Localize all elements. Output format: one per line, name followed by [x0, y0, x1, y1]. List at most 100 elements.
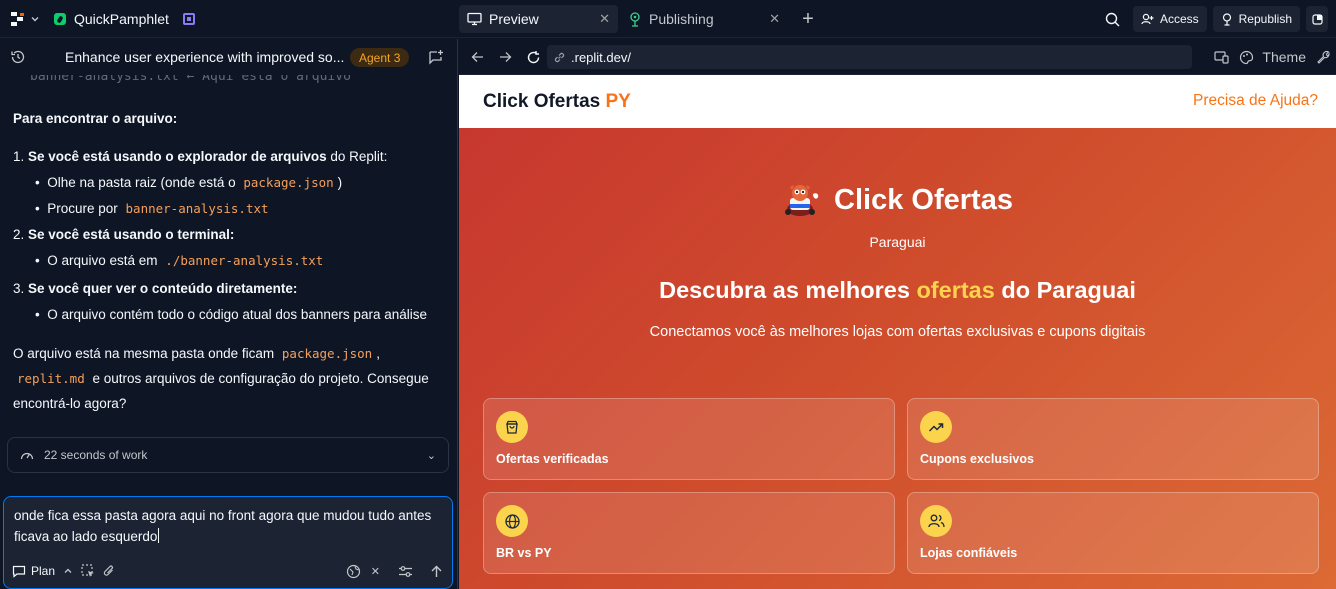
hero-country: Paraguai [869, 234, 926, 250]
hero-brand: Click Ofertas [459, 182, 1336, 218]
feature-card-label: Lojas confiáveis [920, 546, 1018, 560]
mode-toggle-button[interactable] [63, 560, 73, 582]
site-logo-accent: PY [605, 91, 631, 112]
chat-title: Enhance user experience with improved so… [65, 49, 345, 65]
new-chat-icon[interactable] [428, 49, 444, 65]
code-package-json: package.json [243, 175, 334, 190]
preview-browser-bar: .replit.dev/ Theme [459, 39, 1336, 75]
search-button[interactable] [1099, 5, 1127, 33]
project-status-icon[interactable] [182, 13, 195, 25]
send-arrow-icon[interactable] [429, 564, 444, 579]
chevron-up-icon [64, 568, 72, 573]
code-banner-analysis: banner-analysis.txt [125, 201, 269, 216]
republish-button[interactable]: Republish [1212, 6, 1300, 32]
close-icon[interactable]: ✕ [371, 565, 380, 578]
help-link[interactable]: Precisa de Ajuda? [1193, 92, 1318, 110]
access-button[interactable]: Access [1132, 6, 1207, 32]
feature-card: BR vs PY [483, 492, 895, 574]
url-text: .replit.dev/ [571, 49, 631, 65]
reload-button[interactable] [523, 47, 543, 67]
hero-headline: Descubra as melhores ofertas do Paraguai [459, 277, 1336, 304]
code-package-json: package.json [281, 346, 373, 361]
headline-text: do Paraguai [994, 277, 1136, 303]
find-heading: Para encontrar o arquivo: [13, 111, 178, 126]
mascot-logo-icon [782, 182, 822, 218]
pane-tabs: Preview ✕ Publishing ✕ + [459, 5, 822, 33]
replit-menu-button[interactable] [10, 12, 40, 26]
list-item: • Olhe na pasta raiz (onde está o packag… [35, 175, 343, 190]
feature-card: Cupons exclusivos [907, 398, 1319, 480]
tab-preview-label: Preview [489, 11, 539, 27]
chat-input-box[interactable]: onde fica essa pasta agora aqui no front… [3, 496, 453, 589]
hero-brand-name: Click Ofertas [834, 183, 1013, 216]
plan-button[interactable]: Plan [12, 560, 55, 582]
chevron-down-icon [31, 17, 39, 22]
search-icon [1106, 12, 1120, 26]
feature-card-label: Cupons exclusivos [920, 452, 1034, 466]
settings-sliders-icon[interactable] [398, 565, 413, 578]
headline-highlight: ofertas [916, 277, 995, 303]
agent-badge: Agent 3 [350, 48, 410, 67]
select-element-button[interactable] [81, 560, 95, 582]
republish-label: Republish [1238, 12, 1292, 26]
back-button[interactable] [467, 47, 487, 67]
project-language-icon [54, 13, 66, 25]
close-icon[interactable]: ✕ [599, 11, 610, 27]
gauge-icon [20, 452, 34, 460]
history-icon[interactable] [10, 49, 26, 65]
window-icon [1311, 13, 1323, 25]
tab-publishing-label: Publishing [649, 11, 714, 27]
list-item-text: O arquivo contém todo o código atual dos… [47, 307, 427, 322]
trending-up-icon [920, 411, 952, 443]
tab-publishing[interactable]: Publishing ✕ [620, 5, 788, 33]
paperclip-icon [103, 565, 114, 576]
forward-button[interactable] [495, 47, 515, 67]
access-label: Access [1159, 12, 1199, 26]
republish-options-button[interactable] [1306, 6, 1328, 32]
reload-icon [527, 50, 539, 63]
plan-label: Plan [31, 564, 56, 578]
globe-icon [496, 505, 528, 537]
chat-input[interactable]: onde fica essa pasta agora aqui no front… [14, 505, 434, 547]
feature-card: Ofertas verificadas [483, 398, 895, 480]
work-summary-toggle[interactable]: 22 seconds of work ⌄ [7, 437, 449, 473]
close-icon[interactable]: ✕ [769, 11, 780, 27]
theme-label: Theme [1262, 49, 1306, 65]
url-bar[interactable]: .replit.dev/ [547, 45, 1192, 69]
paragraph-text: , [376, 346, 380, 361]
arrow-right-icon [499, 52, 511, 62]
headline-text: Descubra as melhores [659, 277, 917, 303]
replit-logo-icon [10, 12, 24, 26]
paragraph-text: O arquivo está na mesma pasta onde ficam [13, 346, 278, 361]
list-item: • O arquivo está em ./banner-analysis.tx… [13, 251, 448, 271]
list-item-text: O arquivo está em [47, 253, 162, 268]
list-item: • O arquivo contém todo o código atual d… [35, 307, 427, 322]
project-name[interactable]: QuickPamphlet [54, 11, 195, 27]
theme-button[interactable]: Theme [1239, 49, 1306, 65]
devices-icon[interactable] [1214, 50, 1230, 64]
site-header: Click Ofertas PY Precisa de Ajuda? [459, 75, 1336, 128]
new-tab-button[interactable]: + [794, 5, 822, 33]
hero-section: Click Ofertas Paraguai Descubra as melho… [459, 128, 1336, 589]
site-logo-text: Click Ofertas [483, 91, 606, 112]
rocket-icon [1222, 12, 1231, 26]
site-logo[interactable]: Click Ofertas PY [483, 91, 631, 113]
tab-preview[interactable]: Preview ✕ [459, 5, 618, 33]
add-user-icon [1141, 13, 1154, 25]
list-item-text: Olhe na pasta raiz (onde está o [47, 175, 240, 190]
step1-rest: do Replit: [326, 149, 388, 164]
web-search-icon[interactable] [346, 564, 361, 579]
hero-subheadline: Conectamos você às melhores lojas com of… [649, 324, 1146, 340]
publishing-icon [630, 11, 640, 27]
text-caret [158, 528, 160, 543]
step3-bold: Se você quer ver o conteúdo diretamente: [28, 281, 298, 296]
chat-bubble-icon [12, 565, 26, 578]
input-toolbar: Plan ✕ [12, 560, 444, 582]
step2-bold: Se você está usando o terminal: [28, 227, 235, 242]
list-item: • Procure por banner-analysis.txt [13, 199, 448, 219]
wrench-icon[interactable] [1316, 50, 1330, 64]
users-icon [920, 505, 952, 537]
step1-bold: Se você está usando o explorador de arqu… [28, 149, 327, 164]
attach-button[interactable] [103, 560, 115, 582]
top-bar: QuickPamphlet Preview ✕ Publishing ✕ + A… [0, 0, 1336, 38]
